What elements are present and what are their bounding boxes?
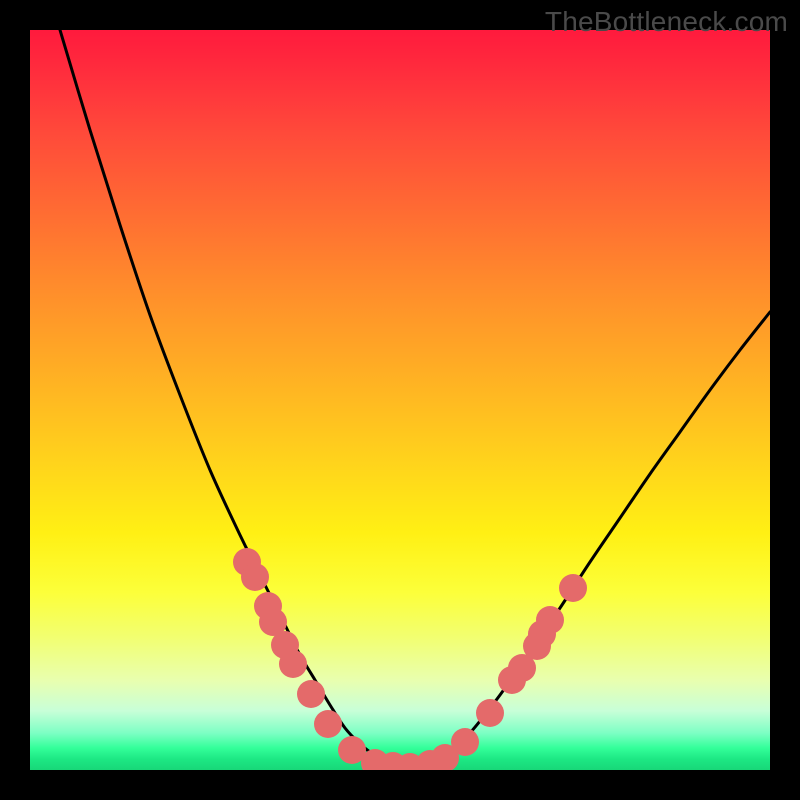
- chart-frame: TheBottleneck.com: [0, 0, 800, 800]
- plot-area: [30, 30, 770, 770]
- watermark-text: TheBottleneck.com: [545, 6, 788, 38]
